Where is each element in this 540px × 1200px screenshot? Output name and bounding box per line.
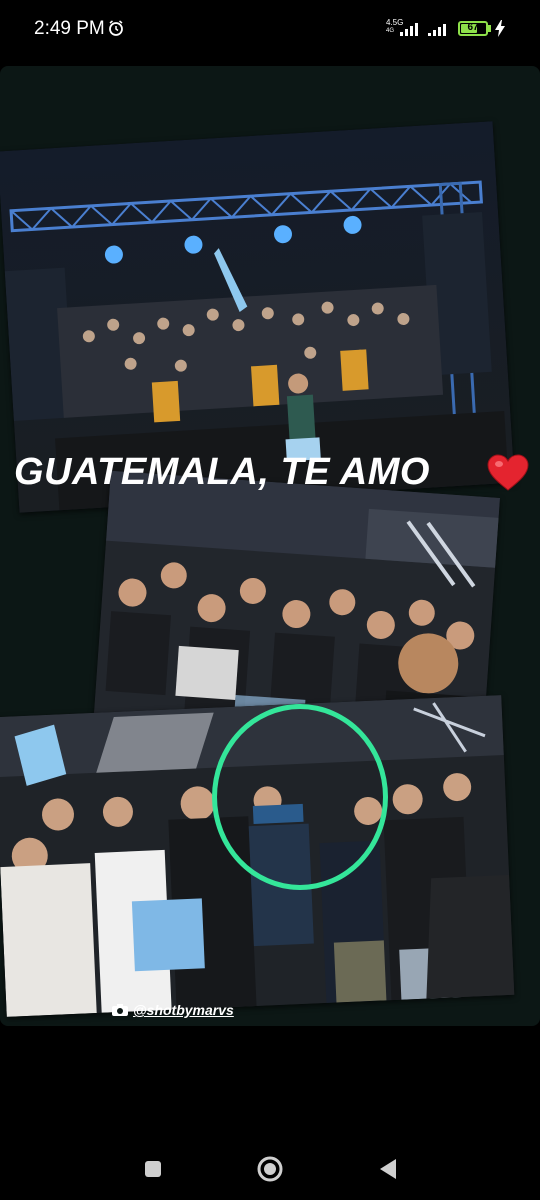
- highlight-circle: [212, 704, 388, 890]
- red-heart-icon: [487, 454, 529, 491]
- battery-icon: 67: [458, 21, 488, 36]
- story-card[interactable]: GUATEMALA, TE AMO @shotbymarvs: [0, 66, 540, 1026]
- battery-tip: [488, 25, 491, 32]
- charging-bolt-icon: [495, 20, 505, 37]
- signal-strength-icon-2: [428, 24, 446, 36]
- battery-level: 67: [467, 22, 479, 33]
- status-bar: 2:49 PM 4.5G 4G 67: [0, 0, 540, 62]
- circle-home-icon[interactable]: [255, 1154, 285, 1184]
- status-time: 2:49 PM: [34, 18, 105, 39]
- story-headline: GUATEMALA, TE AMO: [14, 451, 430, 493]
- alarm-clock-icon: [109, 20, 123, 36]
- signal-strength-icon-1: [400, 23, 418, 36]
- camera-icon: [112, 1004, 128, 1016]
- triangle-back-icon[interactable]: [374, 1154, 404, 1184]
- square-recents-icon[interactable]: [138, 1154, 168, 1184]
- photo-credit[interactable]: @shotbymarvs: [112, 1002, 234, 1018]
- credit-handle[interactable]: @shotbymarvs: [133, 1002, 234, 1018]
- navigation-bar: [0, 1140, 540, 1200]
